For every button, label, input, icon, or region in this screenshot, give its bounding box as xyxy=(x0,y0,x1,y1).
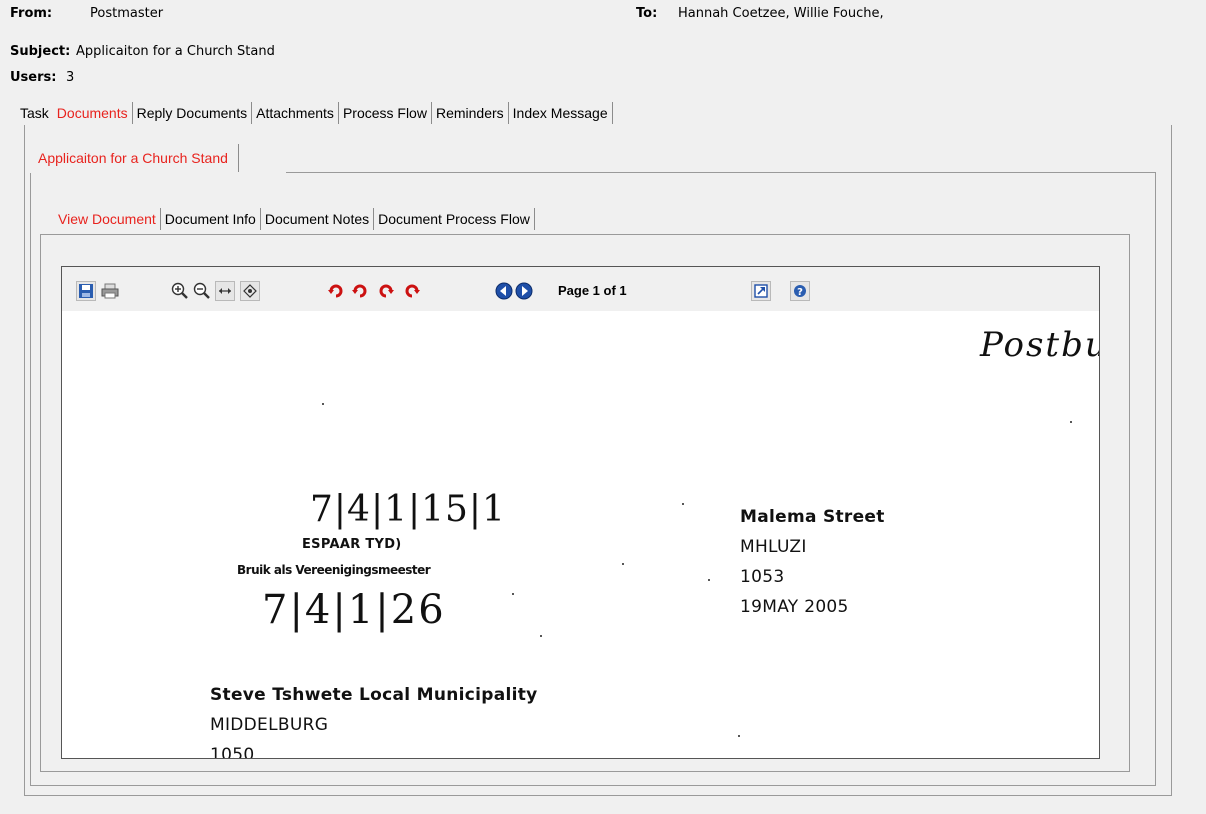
scan-speck xyxy=(322,403,324,405)
zoom-out-icon[interactable] xyxy=(192,281,212,301)
rotate-right-icon[interactable] xyxy=(376,281,396,301)
open-external-icon[interactable] xyxy=(751,281,771,301)
subject-value: Applicaiton for a Church Stand xyxy=(76,44,275,59)
address-right-line-3: 1053 xyxy=(740,567,785,587)
tab-attachments[interactable]: Attachments xyxy=(252,102,339,124)
tab-task[interactable]: Task xyxy=(16,102,53,124)
tab-document-process-flow[interactable]: Document Process Flow xyxy=(374,208,535,230)
scan-speck xyxy=(540,635,542,637)
users-label: Users: xyxy=(10,70,57,85)
stamp-line-1: ESPAAR TYD) xyxy=(302,537,402,552)
from-value: Postmaster xyxy=(90,6,164,21)
address-left-line-1: Steve Tshwete Local Municipality xyxy=(210,685,538,705)
scan-speck xyxy=(708,579,710,581)
tab-documents[interactable]: Documents xyxy=(53,102,133,124)
address-right-line-1: Malema Street xyxy=(740,507,885,527)
svg-text:?: ? xyxy=(797,287,803,298)
rotate-left-alt-icon[interactable] xyxy=(350,281,370,301)
tab-document-applicaiton[interactable]: Applicaiton for a Church Stand xyxy=(38,144,239,172)
scan-speck xyxy=(622,563,624,565)
sub-tab-bar: View Document Document Info Document Not… xyxy=(54,208,535,230)
save-icon[interactable] xyxy=(76,281,96,301)
address-right-line-2: MHLUZI xyxy=(740,537,807,557)
tab-document-info[interactable]: Document Info xyxy=(161,208,261,230)
address-right-line-4: 19MAY 2005 xyxy=(740,597,849,617)
viewer-toolbar: Page 1 of 1 ? xyxy=(62,267,1099,311)
scan-speck xyxy=(424,693,426,695)
next-page-icon[interactable] xyxy=(514,281,534,301)
previous-page-icon[interactable] xyxy=(494,281,514,301)
tab-process-flow[interactable]: Process Flow xyxy=(339,102,432,124)
scan-speck xyxy=(1070,421,1072,423)
tab-reply-documents[interactable]: Reply Documents xyxy=(133,102,253,124)
rotate-left-icon[interactable] xyxy=(326,281,346,301)
scan-speck xyxy=(512,593,514,595)
page-indicator: Page 1 of 1 xyxy=(558,283,627,298)
to-label: To: xyxy=(636,6,658,21)
tab-index-message[interactable]: Index Message xyxy=(509,102,613,124)
fit-page-icon[interactable] xyxy=(240,281,260,301)
handwritten-reference-1: 7|4|1|15|1 xyxy=(310,489,506,530)
zoom-in-icon[interactable] xyxy=(170,281,190,301)
tab-view-document[interactable]: View Document xyxy=(54,208,161,230)
scan-speck xyxy=(738,735,740,737)
scan-speck xyxy=(682,503,684,505)
handwritten-reference-2: 7|4|1|26 xyxy=(262,587,446,633)
tab-reminders[interactable]: Reminders xyxy=(432,102,509,124)
address-left-line-3: 1050 xyxy=(210,745,255,759)
handwritten-corner-note: Postbus xyxy=(980,325,1099,365)
users-value: 3 xyxy=(66,70,75,85)
subject-label: Subject: xyxy=(10,44,71,59)
print-icon[interactable] xyxy=(100,281,120,301)
to-value: Hannah Coetzee, Willie Fouche, xyxy=(678,6,884,21)
from-label: From: xyxy=(10,6,53,21)
address-left-line-2: MIDDELBURG xyxy=(210,715,329,735)
rotate-right-alt-icon[interactable] xyxy=(402,281,422,301)
tab-document-notes[interactable]: Document Notes xyxy=(261,208,375,230)
scanned-document-page: Postbus 7|4|1|15|1 ESPAAR TYD) Bruik als… xyxy=(62,311,1099,758)
stamp-line-2: Bruik als Vereenigingsmeester xyxy=(237,563,431,577)
fit-width-icon[interactable] xyxy=(215,281,235,301)
document-viewer: Page 1 of 1 ? Postbus 7|4|1|15|1 ESPAAR … xyxy=(61,266,1100,759)
help-icon[interactable]: ? xyxy=(790,281,810,301)
main-tab-bar: Task Documents Reply Documents Attachmen… xyxy=(16,102,613,124)
